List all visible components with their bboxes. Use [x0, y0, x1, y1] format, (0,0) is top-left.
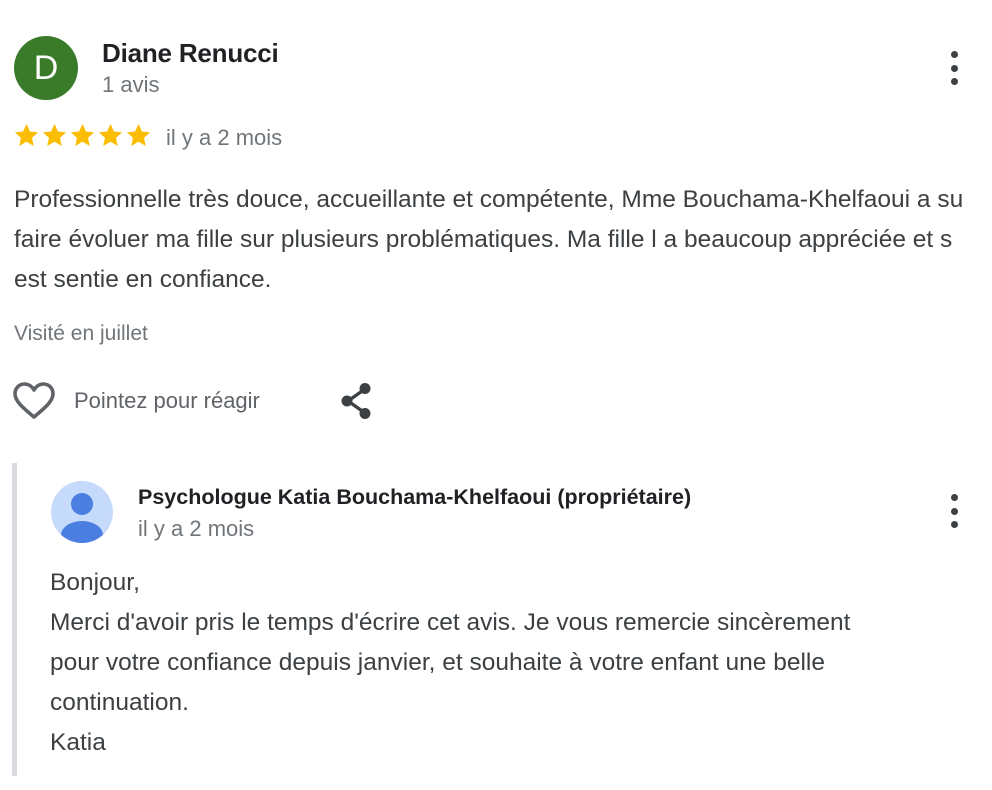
- response-more-options-icon[interactable]: [948, 494, 960, 528]
- star-icon: [42, 124, 67, 146]
- reviewer-review-count: 1 avis: [102, 72, 160, 97]
- owner-name[interactable]: Psychologue Katia Bouchama-Khelfaoui (pr…: [138, 485, 691, 510]
- react-label[interactable]: Pointez pour réagir: [74, 388, 260, 414]
- star-icon: [70, 124, 95, 146]
- star-icon: [98, 124, 123, 146]
- visit-date: Visité en juillet: [14, 322, 148, 345]
- star-rating: [13, 122, 152, 149]
- review-more-options-icon[interactable]: [948, 51, 960, 85]
- heart-icon[interactable]: [12, 381, 56, 421]
- share-icon[interactable]: [337, 381, 377, 421]
- response-line: continuation.: [50, 689, 189, 716]
- response-line: pour votre confiance depuis janvier, et …: [50, 649, 825, 676]
- review-time: il y a 2 mois: [166, 125, 283, 150]
- response-text: Bonjour, Merci d'avoir pris le temps d'é…: [50, 563, 985, 763]
- response-line: Merci d'avoir pris le temps d'écrire cet…: [50, 609, 851, 636]
- star-icon: [14, 124, 39, 146]
- reviewer-name[interactable]: Diane Renucci: [102, 38, 279, 69]
- response-line: Bonjour,: [50, 569, 140, 596]
- response-divider: [12, 463, 17, 776]
- star-icon: [126, 124, 151, 146]
- response-line: Katia: [50, 729, 106, 756]
- person-icon[interactable]: [51, 481, 113, 543]
- reviewer-avatar[interactable]: D: [14, 36, 78, 100]
- response-time: il y a 2 mois: [138, 516, 255, 541]
- review-text: Professionnelle très douce, accueillante…: [14, 186, 964, 293]
